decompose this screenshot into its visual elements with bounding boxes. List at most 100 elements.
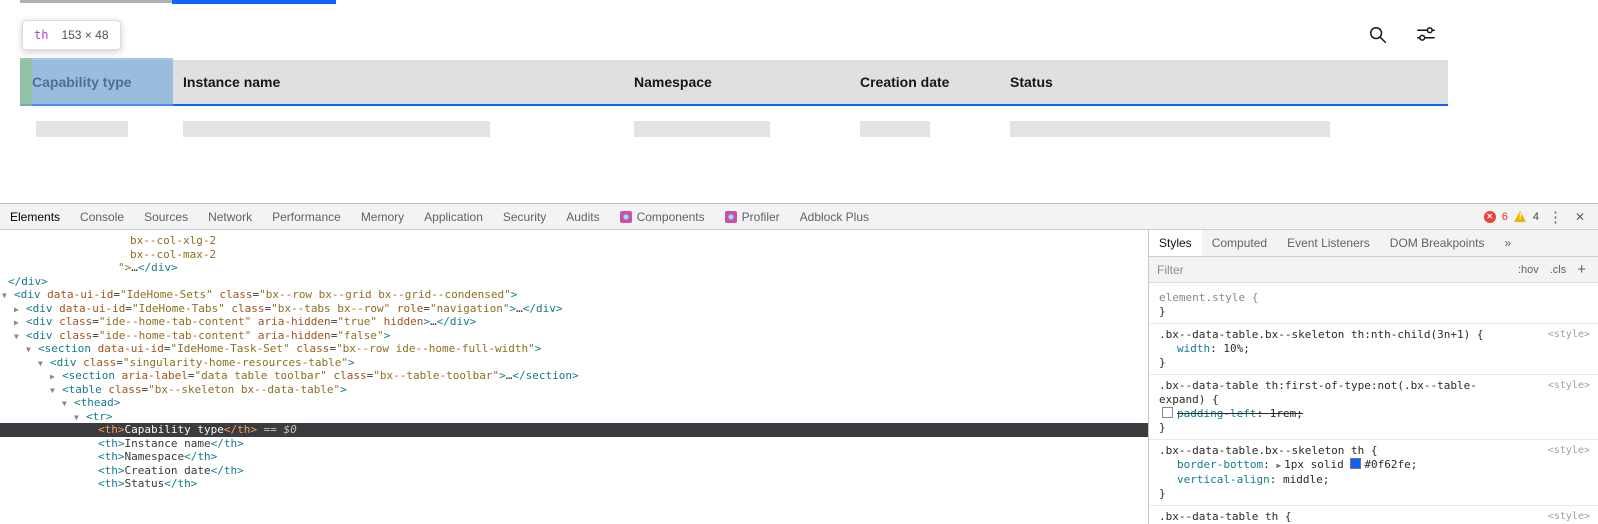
search-icon[interactable]	[1368, 25, 1388, 45]
expand-property-icon[interactable]: ▶	[1276, 461, 1281, 470]
css-selector[interactable]: .bx--data-table.bx--skeleton th:nth-chil…	[1159, 328, 1484, 341]
css-property[interactable]: width: 10%;	[1159, 342, 1590, 356]
sidebar-tab-dom-breakpoints[interactable]: DOM Breakpoints	[1380, 230, 1495, 256]
column-header-instance-name[interactable]: Instance name	[183, 60, 634, 104]
stylesheet-link[interactable]: <style>	[1548, 444, 1590, 458]
devtools-tab-profiler[interactable]: Profiler	[715, 204, 790, 229]
collapse-arrow-icon[interactable]: ▼	[50, 384, 55, 398]
devtools-panel: Elements Console Sources Network Performance…	[0, 203, 1598, 524]
more-menu-icon[interactable]: ⋮	[1545, 208, 1566, 226]
skeleton-row	[20, 121, 1448, 137]
column-header-creation-date[interactable]: Creation date	[860, 60, 1010, 104]
dom-tree-line[interactable]: ▶ <div data-ui-id="IdeHome-Tabs" class="b…	[0, 302, 1148, 316]
dom-tree-line[interactable]: <th>Instance name</th>	[0, 437, 1148, 451]
dom-tree-line[interactable]: ▼ <div data-ui-id="IdeHome-Sets" class="b…	[0, 288, 1148, 302]
devtools-tab-label: Adblock Plus	[799, 209, 870, 224]
dom-tree-line[interactable]: ▼ <div class="singularity-home-resources-…	[0, 356, 1148, 370]
devtools-tab-label: Audits	[566, 209, 600, 224]
css-selector[interactable]: .bx--data-table th:first-of-type:not(.bx…	[1159, 379, 1477, 392]
devtools-tab-audits[interactable]: Audits	[556, 204, 609, 229]
css-selector[interactable]: .bx--data-table th {	[1159, 510, 1291, 523]
column-header-label: Status	[1010, 74, 1053, 90]
filter-button-cls[interactable]: .cls	[1546, 264, 1571, 276]
close-icon[interactable]: ✕	[1572, 210, 1588, 224]
collapse-arrow-icon[interactable]: ▼	[62, 397, 67, 411]
devtools-tab-network[interactable]: Network	[198, 204, 262, 229]
settings-adjust-icon[interactable]	[1416, 24, 1436, 44]
dom-tree-line[interactable]: </div>	[0, 275, 1148, 289]
devtools-tab-label: Memory	[360, 209, 405, 224]
dom-tree-line[interactable]: ">…</div>	[0, 261, 1148, 275]
devtools-tab-sources[interactable]: Sources	[134, 204, 198, 229]
column-header-capability-type[interactable]: Capability type	[20, 60, 183, 104]
collapse-arrow-icon[interactable]: ▼	[14, 330, 19, 344]
devtools-tab-application[interactable]: Application	[414, 204, 493, 229]
closing-brace: }	[1159, 487, 1166, 500]
column-header-status[interactable]: Status	[1010, 60, 1448, 104]
sidebar-tab-styles[interactable]: Styles	[1149, 230, 1202, 256]
css-property-name: padding-left	[1177, 407, 1257, 420]
css-property[interactable]: vertical-align: middle;	[1159, 473, 1590, 487]
devtools-tab-elements[interactable]: Elements	[0, 204, 70, 229]
dom-tree-line[interactable]: <th>Status</th>	[0, 477, 1148, 491]
devtools-tab-performance[interactable]: Performance	[262, 204, 351, 229]
css-rule: <style> .bx--data-table th:first-of-type:…	[1149, 375, 1598, 440]
sidebar-tab-event-listeners[interactable]: Event Listeners	[1277, 230, 1380, 256]
column-header-label: Capability type	[32, 74, 132, 90]
skeleton-cell	[183, 121, 634, 137]
collapse-arrow-icon[interactable]: ▼	[38, 357, 43, 371]
dom-tree-line[interactable]: ▼ <section data-ui-id="IdeHome-Task-Set" …	[0, 342, 1148, 356]
css-rules: element.style {} <style> .bx--data-table.b…	[1149, 283, 1598, 524]
sidebar-tab-more[interactable]: »	[1494, 230, 1521, 256]
expand-arrow-icon[interactable]: ▶	[14, 316, 19, 330]
dom-tree: bx--col-xlg-2 bx--col-max-2 ">…</div> </div…	[0, 230, 1148, 524]
devtools-tab-adblock-plus[interactable]: Adblock Plus	[790, 204, 879, 229]
css-selector[interactable]: expand) {	[1159, 393, 1219, 406]
column-header-namespace[interactable]: Namespace	[634, 60, 860, 104]
skeleton-bar	[36, 121, 128, 137]
dom-tree-line[interactable]: ▶ <div class="ide--home-tab-content" aria…	[0, 315, 1148, 329]
collapse-arrow-icon[interactable]: ▼	[26, 343, 31, 357]
dom-tree-line[interactable]: ▶ <section aria-label="data table toolbar…	[0, 369, 1148, 383]
dom-tree-line[interactable]: bx--col-max-2	[0, 248, 1148, 262]
dom-tree-line[interactable]: <th>Creation date</th>	[0, 464, 1148, 478]
devtools-tab-console[interactable]: Console	[70, 204, 134, 229]
sidebar-tab-computed[interactable]: Computed	[1202, 230, 1277, 256]
stylesheet-link[interactable]: <style>	[1548, 379, 1590, 393]
dom-tree-line[interactable]: ▼ <div class="ide--home-tab-content" aria…	[0, 329, 1148, 343]
css-property[interactable]: border-bottom: ▶ 1px solid #0f62fe;	[1159, 458, 1590, 473]
dom-tree-line[interactable]: <th>Namespace</th>	[0, 450, 1148, 464]
devtools-tab-label: Console	[80, 209, 125, 224]
expand-arrow-icon[interactable]: ▶	[50, 370, 55, 384]
tooltip-dimensions: 153 × 48	[61, 28, 109, 42]
selected-dom-node[interactable]: <th>Capability type</th> == $0	[0, 423, 1148, 437]
closing-brace: }	[1159, 356, 1166, 369]
css-property[interactable]: padding-left: 1rem;	[1159, 407, 1590, 421]
dom-tree-line[interactable]: ▼ <table class="bx--skeleton bx--data-tab…	[0, 383, 1148, 397]
collapse-arrow-icon[interactable]: ▼	[74, 411, 79, 425]
devtools-tab-memory[interactable]: Memory	[351, 204, 414, 229]
skeleton-bar	[634, 121, 770, 137]
skeleton-cell	[860, 121, 1010, 137]
property-checkbox[interactable]	[1162, 407, 1173, 418]
column-header-label: Instance name	[183, 74, 281, 90]
filter-button-hov[interactable]: :hov	[1514, 264, 1543, 276]
filter-input[interactable]: Filter	[1157, 263, 1514, 277]
devtools-tab-security[interactable]: Security	[493, 204, 556, 229]
collapse-arrow-icon[interactable]: ▼	[2, 289, 7, 303]
devtools-tab-components[interactable]: Components	[610, 204, 715, 229]
tab-underline-inactive	[20, 0, 172, 3]
dom-tree-line[interactable]: ▼ <thead>	[0, 396, 1148, 410]
css-selector[interactable]: .bx--data-table.bx--skeleton th {	[1159, 444, 1378, 457]
dom-tree-line[interactable]: ▼ <tr>	[0, 410, 1148, 424]
stylesheet-link[interactable]: <style>	[1548, 510, 1590, 524]
warning-count[interactable]: 4	[1533, 211, 1539, 223]
dom-tree-line[interactable]: bx--col-xlg-2	[0, 234, 1148, 248]
stylesheet-link[interactable]: <style>	[1548, 328, 1590, 342]
error-count[interactable]: 6	[1502, 211, 1508, 223]
expand-arrow-icon[interactable]: ▶	[14, 303, 19, 317]
color-swatch[interactable]	[1350, 458, 1362, 469]
filter-button-add[interactable]: +	[1573, 262, 1590, 277]
skeleton-cell	[1010, 121, 1448, 137]
css-selector[interactable]: element.style {	[1159, 291, 1258, 304]
